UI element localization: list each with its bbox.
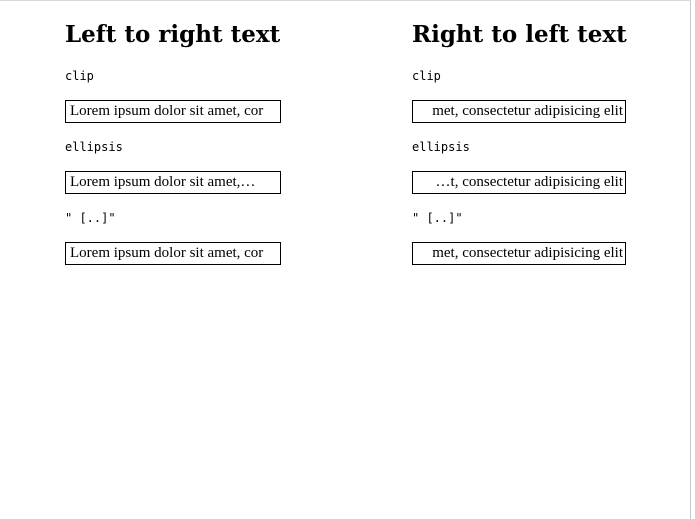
ltr-clip-text: Lorem ipsum dolor sit amet, cor bbox=[70, 103, 264, 119]
ltr-custom-label: " [..]" bbox=[65, 211, 116, 225]
rtl-custom-label: " [..]" bbox=[412, 211, 463, 225]
ltr-ellipsis-label: ellipsis bbox=[65, 140, 123, 154]
rtl-custom-text: met, consectetur adipisicing elit bbox=[432, 245, 623, 261]
ltr-clip-box: Lorem ipsum dolor sit amet, cor bbox=[65, 100, 281, 123]
rtl-heading: Right to left text bbox=[412, 21, 627, 48]
rtl-clip-box: met, consectetur adipisicing elit bbox=[412, 100, 626, 123]
page-viewport: Left to right text clip Lorem ipsum dolo… bbox=[0, 0, 691, 519]
ltr-clip-label: clip bbox=[65, 69, 94, 83]
ltr-heading: Left to right text bbox=[65, 21, 281, 48]
rtl-clip-text: met, consectetur adipisicing elit bbox=[432, 103, 623, 119]
ltr-ellipsis-text: Lorem ipsum dolor sit amet,… bbox=[70, 174, 256, 190]
rtl-custom-box: met, consectetur adipisicing elit bbox=[412, 242, 626, 265]
rtl-ellipsis-text: …t, consectetur adipisicing elit bbox=[435, 174, 623, 190]
ltr-custom-text: Lorem ipsum dolor sit amet, cor bbox=[70, 245, 264, 261]
rtl-ellipsis-label: ellipsis bbox=[412, 140, 470, 154]
rtl-clip-label: clip bbox=[412, 69, 441, 83]
ltr-ellipsis-box: Lorem ipsum dolor sit amet,… bbox=[65, 171, 281, 194]
ltr-custom-box: Lorem ipsum dolor sit amet, cor bbox=[65, 242, 281, 265]
rtl-ellipsis-box: …t, consectetur adipisicing elit bbox=[412, 171, 626, 194]
